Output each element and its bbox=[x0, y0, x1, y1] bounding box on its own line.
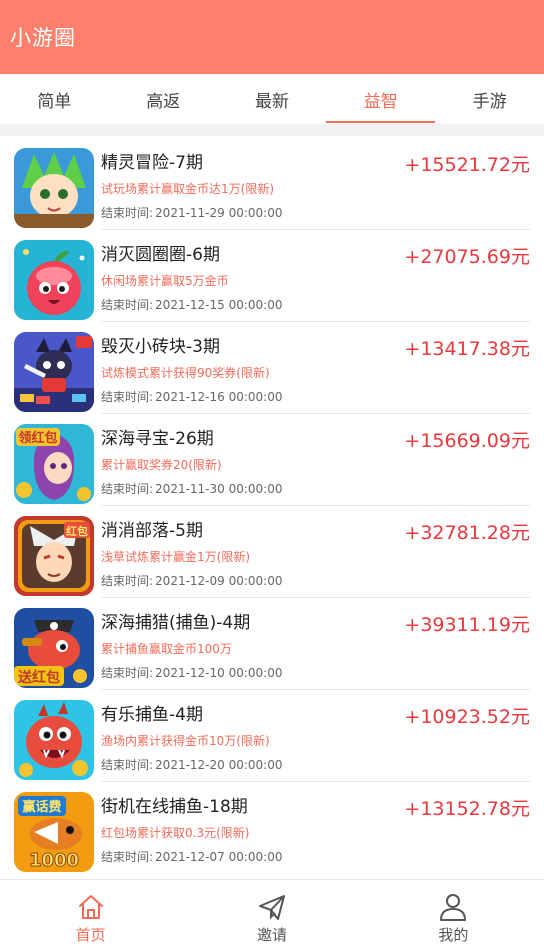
nav-profile[interactable]: 我的 bbox=[363, 880, 544, 949]
game-thumbnail: 领红包 bbox=[14, 424, 94, 504]
game-title: 精灵冒险-7期 bbox=[101, 153, 203, 173]
task-description: 渔场内累计获得金币10万(限新) bbox=[101, 734, 270, 748]
reward-amount: +10923.52元 bbox=[404, 706, 530, 728]
tab-label: 简单 bbox=[37, 91, 72, 112]
tab-high-return[interactable]: 高返 bbox=[109, 74, 218, 124]
end-time-value: 2021-12-09 00:00:00 bbox=[155, 574, 283, 588]
end-time-label: 结束时间: bbox=[101, 574, 154, 588]
tab-newest[interactable]: 最新 bbox=[218, 74, 327, 124]
task-description: 试炼模式累计获得90奖券(限新) bbox=[101, 366, 270, 380]
end-time-label: 结束时间: bbox=[101, 482, 154, 496]
app-title: 小游圈 bbox=[10, 26, 76, 50]
home-icon bbox=[78, 895, 103, 919]
reward-amount: +13152.78元 bbox=[404, 798, 530, 820]
tab-label: 高返 bbox=[146, 91, 181, 112]
task-description: 休闲场累计赢取5万金币 bbox=[101, 274, 229, 288]
thumb-badge-text: 红包 bbox=[66, 524, 88, 538]
end-time: 结束时间: 2021-12-20 00:00:00 bbox=[101, 756, 283, 773]
tab-simple[interactable]: 简单 bbox=[0, 74, 109, 124]
end-time-label: 结束时间: bbox=[101, 298, 154, 312]
game-thumbnail bbox=[14, 332, 94, 412]
game-title: 消消部落-5期 bbox=[101, 521, 203, 541]
user-icon bbox=[440, 894, 467, 921]
end-time-value: 2021-12-07 00:00:00 bbox=[155, 850, 283, 864]
game-thumbnail: 红包 bbox=[14, 516, 94, 596]
nav-home[interactable]: 首页 bbox=[0, 880, 181, 949]
thumb-badge-text: 1000 bbox=[29, 850, 79, 871]
end-time-value: 2021-12-15 00:00:00 bbox=[155, 298, 283, 312]
game-thumbnail: 赢话费 1000 bbox=[14, 792, 94, 872]
end-time: 结束时间: 2021-12-16 00:00:00 bbox=[101, 388, 283, 405]
list-item[interactable]: 消灭圆圈圈-6期 休闲场累计赢取5万金币 结束时间: 2021-12-15 00:… bbox=[0, 230, 544, 322]
end-time-label: 结束时间: bbox=[101, 850, 154, 864]
list-item[interactable]: 精灵冒险-7期 试玩场累计赢取金币达1万(限新) 结束时间: 2021-11-29… bbox=[0, 138, 544, 230]
end-time-value: 2021-11-29 00:00:00 bbox=[155, 206, 283, 220]
reward-amount: +39311.19元 bbox=[404, 614, 530, 636]
game-title: 毁灭小砖块-3期 bbox=[101, 337, 220, 357]
game-title: 深海捕猎(捕鱼)-4期 bbox=[101, 613, 251, 633]
reward-amount: +13417.38元 bbox=[404, 338, 530, 360]
game-thumbnail bbox=[14, 700, 94, 780]
game-thumbnail: 送红包 bbox=[14, 608, 94, 688]
task-description: 浅草试炼累计赢金1万(限新) bbox=[101, 550, 250, 564]
tab-mobile-games[interactable]: 手游 bbox=[435, 74, 544, 124]
nav-invite[interactable]: 邀请 bbox=[181, 880, 362, 949]
task-description: 累计捕鱼赢取金币100万 bbox=[101, 642, 232, 656]
reward-amount: +15521.72元 bbox=[404, 154, 530, 176]
game-title: 深海寻宝-26期 bbox=[101, 429, 214, 449]
end-time-value: 2021-12-16 00:00:00 bbox=[155, 390, 283, 404]
list-item[interactable]: 毁灭小砖块-3期 试炼模式累计获得90奖券(限新) 结束时间: 2021-12-1… bbox=[0, 322, 544, 414]
reward-amount: +32781.28元 bbox=[404, 522, 530, 544]
section-gap bbox=[0, 124, 544, 136]
end-time-value: 2021-12-20 00:00:00 bbox=[155, 758, 283, 772]
end-time-label: 结束时间: bbox=[101, 390, 154, 404]
thumb-badge-text: 赢话费 bbox=[22, 799, 61, 815]
end-time-value: 2021-11-30 00:00:00 bbox=[155, 482, 283, 496]
paper-plane-icon bbox=[258, 895, 285, 920]
app-root: 小游圈 简单 高返 最新 益智 手游 精灵冒险-7期 试玩场累计赢取金币达1万(… bbox=[0, 0, 544, 949]
reward-amount: +15669.09元 bbox=[404, 430, 530, 452]
tab-label: 最新 bbox=[254, 91, 289, 112]
list-item[interactable]: 送红包 深海捕猎(捕鱼)-4期 累计捕鱼赢取金币100万 结束时间: 2021-1… bbox=[0, 598, 544, 690]
end-time: 结束时间: 2021-11-30 00:00:00 bbox=[101, 480, 283, 497]
nav-label: 我的 bbox=[438, 926, 469, 944]
tab-puzzle[interactable]: 益智 bbox=[326, 74, 435, 124]
nav-label: 首页 bbox=[75, 926, 106, 944]
tab-label: 手游 bbox=[472, 91, 507, 112]
task-description: 红包场累计获取0.3元(限新) bbox=[101, 826, 250, 840]
end-time: 结束时间: 2021-11-29 00:00:00 bbox=[101, 204, 283, 221]
bottom-nav: 首页 邀请 我的 bbox=[0, 879, 544, 949]
reward-amount: +27075.69元 bbox=[404, 246, 530, 268]
game-title: 街机在线捕鱼-18期 bbox=[101, 797, 248, 817]
end-time: 结束时间: 2021-12-09 00:00:00 bbox=[101, 572, 283, 589]
list-item[interactable]: 领红包 深海寻宝-26期 累计赢取奖券20(限新) 结束时间: 2021-11-3… bbox=[0, 414, 544, 506]
nav-label: 邀请 bbox=[256, 926, 287, 944]
game-list: 精灵冒险-7期 试玩场累计赢取金币达1万(限新) 结束时间: 2021-11-29… bbox=[0, 138, 544, 874]
list-item[interactable]: 赢话费 1000 街机在线捕鱼-18期 红包场累计获取0.3元(限新) 结束时间… bbox=[0, 782, 544, 874]
task-description: 累计赢取奖券20(限新) bbox=[101, 458, 222, 472]
list-item[interactable]: 红包 消消部落-5期 浅草试炼累计赢金1万(限新) 结束时间: 2021-12-0… bbox=[0, 506, 544, 598]
end-time-value: 2021-12-10 00:00:00 bbox=[155, 666, 283, 680]
end-time-label: 结束时间: bbox=[101, 666, 154, 680]
end-time: 结束时间: 2021-12-07 00:00:00 bbox=[101, 848, 283, 865]
game-thumbnail bbox=[14, 148, 94, 228]
game-title: 有乐捕鱼-4期 bbox=[101, 705, 203, 725]
end-time-label: 结束时间: bbox=[101, 758, 154, 772]
thumb-badge-text: 送红包 bbox=[17, 669, 60, 686]
tab-label: 益智 bbox=[363, 91, 398, 112]
game-title: 消灭圆圈圈-6期 bbox=[101, 245, 220, 265]
category-tabs: 简单 高返 最新 益智 手游 bbox=[0, 74, 544, 124]
app-header: 小游圈 bbox=[0, 0, 544, 74]
thumb-badge-text: 领红包 bbox=[18, 430, 57, 446]
list-item[interactable]: 有乐捕鱼-4期 渔场内累计获得金币10万(限新) 结束时间: 2021-12-20… bbox=[0, 690, 544, 782]
task-description: 试玩场累计赢取金币达1万(限新) bbox=[101, 182, 274, 196]
end-time: 结束时间: 2021-12-15 00:00:00 bbox=[101, 296, 283, 313]
end-time: 结束时间: 2021-12-10 00:00:00 bbox=[101, 664, 283, 681]
end-time-label: 结束时间: bbox=[101, 206, 154, 220]
game-thumbnail bbox=[14, 240, 94, 320]
